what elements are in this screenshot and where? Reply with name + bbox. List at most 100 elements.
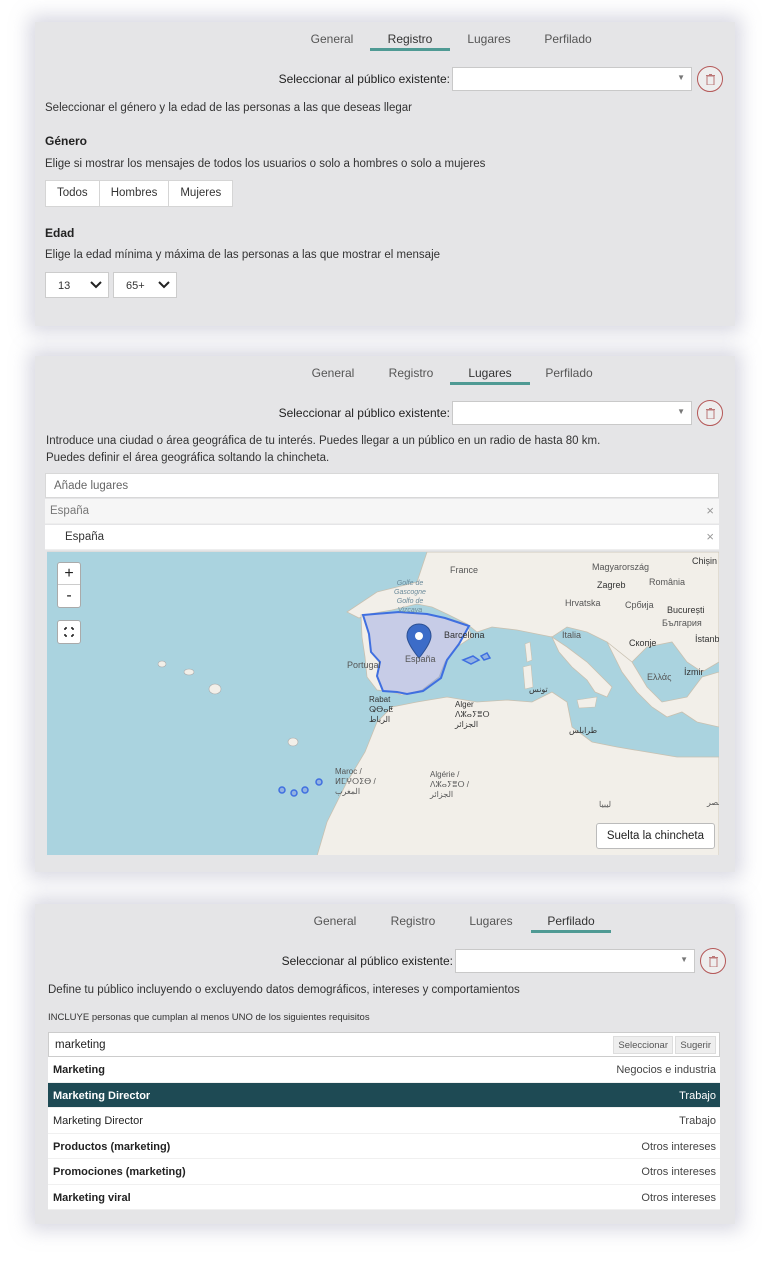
tab-lugares[interactable]: Lugares bbox=[450, 365, 530, 385]
map-label-zagreb: Zagreb bbox=[597, 580, 626, 590]
age-heading: Edad bbox=[45, 226, 75, 240]
age-max-value: 65+ bbox=[126, 280, 145, 292]
tab-perfilado[interactable]: Perfilado bbox=[528, 31, 608, 51]
map-label-tarabulus: طرابلس bbox=[569, 726, 598, 735]
map-label-espana: España bbox=[405, 654, 436, 664]
result-row[interactable]: Promociones (marketing) Otros intereses bbox=[48, 1159, 720, 1185]
result-name: Marketing bbox=[53, 1064, 105, 1076]
map-label-algerie: Algérie / ⴷⵣⴰⵢⴻⵔ / الجزائر bbox=[430, 770, 470, 799]
map-label-barcelona: Barcelona bbox=[444, 630, 485, 640]
map-label-portugal: Portugal bbox=[347, 660, 381, 670]
caret-down-icon: ▼ bbox=[677, 73, 685, 82]
age-min-value: 13 bbox=[58, 280, 71, 292]
tab-registro[interactable]: Registro bbox=[373, 913, 453, 933]
place-group-row: España × bbox=[45, 499, 719, 524]
map-label-libya: ليبيا bbox=[599, 800, 612, 809]
tab-general[interactable]: General bbox=[295, 913, 375, 933]
tab-registro[interactable]: Registro bbox=[370, 31, 450, 51]
trash-icon bbox=[706, 74, 715, 85]
result-row[interactable]: Productos (marketing) Otros intereses bbox=[48, 1133, 720, 1159]
audience-select[interactable]: ▼ bbox=[452, 67, 692, 91]
audience-selector-label: Seleccionar al público existente: bbox=[278, 72, 450, 86]
map-view[interactable]: France Golfe de Gascogne Golfo de Vizcay… bbox=[47, 551, 719, 855]
caret-down-icon: ▼ bbox=[680, 955, 688, 964]
caret-down-icon: ▼ bbox=[677, 407, 685, 416]
result-category: Trabajo bbox=[679, 1089, 716, 1102]
tab-perfilado[interactable]: Perfilado bbox=[531, 913, 611, 933]
map-label-italia: Italia bbox=[562, 630, 582, 640]
zoom-out-button[interactable]: - bbox=[58, 585, 80, 607]
age-max-select[interactable]: 65+ bbox=[113, 272, 177, 298]
include-requirement-label: INCLUYE personas que cumplan al menos UN… bbox=[48, 1012, 370, 1023]
map-label-magyarorszag: Magyarország bbox=[592, 562, 650, 572]
result-category: Otros intereses bbox=[641, 1140, 716, 1153]
age-description: Elige la edad mínima y máxima de las per… bbox=[45, 249, 441, 261]
tab-general[interactable]: General bbox=[292, 31, 372, 51]
remove-place-icon[interactable]: × bbox=[706, 529, 714, 544]
delete-audience-button[interactable] bbox=[697, 66, 723, 92]
tab-lugares[interactable]: Lugares bbox=[449, 31, 529, 51]
tab-bar: General Registro Lugares Perfilado bbox=[35, 913, 735, 933]
result-row[interactable]: Marketing Negocios e industria bbox=[48, 1057, 720, 1083]
gender-segmented-control: Todos Hombres Mujeres bbox=[45, 180, 234, 207]
place-row: España × bbox=[45, 525, 719, 550]
interest-search-input[interactable]: marketing Seleccionar Sugerir bbox=[48, 1032, 720, 1057]
result-row[interactable]: Marketing Director Trabajo bbox=[48, 1108, 720, 1134]
audience-selector-label: Seleccionar al público existente: bbox=[278, 406, 450, 420]
select-button[interactable]: Seleccionar bbox=[613, 1036, 673, 1054]
result-category: Trabajo bbox=[679, 1115, 716, 1127]
map-label-istanbul: İstanb bbox=[695, 634, 719, 644]
delete-audience-button[interactable] bbox=[697, 400, 723, 426]
audience-select[interactable]: ▼ bbox=[452, 401, 692, 425]
age-min-select[interactable]: 13 bbox=[45, 272, 109, 298]
result-name: Promociones (marketing) bbox=[53, 1166, 186, 1178]
map-label-bulgaria: България bbox=[662, 618, 702, 628]
map-label-alger: Alger ⴷⵣⴰⵢⴻⵔ الجزائر bbox=[455, 700, 490, 729]
add-places-placeholder: Añade lugares bbox=[54, 480, 129, 492]
trash-icon bbox=[709, 956, 718, 967]
fullscreen-icon bbox=[64, 627, 74, 637]
suggest-button[interactable]: Sugerir bbox=[675, 1036, 716, 1054]
chevron-down-icon bbox=[90, 281, 102, 289]
result-category: Otros intereses bbox=[641, 1191, 716, 1204]
map-label-tunis: تونس bbox=[529, 685, 548, 694]
perfilado-intro: Define tu público incluyendo o excluyend… bbox=[48, 984, 520, 996]
registro-panel: General Registro Lugares Perfilado Selec… bbox=[35, 22, 735, 326]
remove-place-group-icon[interactable]: × bbox=[706, 503, 714, 518]
tab-perfilado[interactable]: Perfilado bbox=[529, 365, 609, 385]
trash-icon bbox=[706, 408, 715, 419]
result-row[interactable]: Marketing viral Otros intereses bbox=[48, 1184, 720, 1210]
result-name: Productos (marketing) bbox=[53, 1140, 171, 1153]
gender-option-mujeres[interactable]: Mujeres bbox=[169, 181, 232, 206]
result-name: Marketing Director bbox=[53, 1089, 151, 1102]
tab-bar: General Registro Lugares Perfilado bbox=[35, 31, 735, 51]
tab-general[interactable]: General bbox=[293, 365, 373, 385]
map-label-skopje: Скопје bbox=[629, 638, 657, 648]
fullscreen-control[interactable] bbox=[57, 620, 81, 644]
gender-option-hombres[interactable]: Hombres bbox=[100, 181, 170, 206]
tab-bar: General Registro Lugares Perfilado bbox=[35, 365, 735, 385]
result-category: Otros intereses bbox=[641, 1166, 716, 1178]
drop-pin-button[interactable]: Suelta la chincheta bbox=[595, 823, 715, 849]
gender-option-todos[interactable]: Todos bbox=[46, 181, 100, 206]
result-name: Marketing Director bbox=[53, 1115, 143, 1127]
lugares-intro-line1: Introduce una ciudad o área geográfica d… bbox=[46, 435, 601, 447]
map-label-hrvatska: Hrvatska bbox=[565, 598, 601, 608]
tab-lugares[interactable]: Lugares bbox=[451, 913, 531, 933]
map-label-misr: مصر bbox=[707, 798, 719, 807]
interest-search-value: marketing bbox=[55, 1039, 106, 1051]
map-label-srbija: Србија bbox=[625, 600, 654, 610]
audience-selector-row: Seleccionar al público existente: ▼ bbox=[35, 400, 735, 426]
add-places-input[interactable]: Añade lugares bbox=[45, 473, 719, 498]
map-label-france: France bbox=[450, 565, 479, 575]
delete-audience-button[interactable] bbox=[700, 948, 726, 974]
tab-registro[interactable]: Registro bbox=[371, 365, 451, 385]
map-label-izmir: İzmir bbox=[684, 667, 704, 677]
interest-results-list: Marketing Negocios e industria Marketing… bbox=[48, 1057, 720, 1210]
zoom-in-button[interactable]: + bbox=[58, 563, 80, 585]
map-label-ellas: Ελλάς bbox=[647, 672, 672, 682]
result-row-selected[interactable]: Marketing Director Trabajo bbox=[48, 1082, 720, 1108]
audience-select[interactable]: ▼ bbox=[455, 949, 695, 973]
audience-selector-row: Seleccionar al público existente: ▼ bbox=[38, 948, 738, 974]
perfilado-panel: General Registro Lugares Perfilado Selec… bbox=[35, 904, 735, 1224]
